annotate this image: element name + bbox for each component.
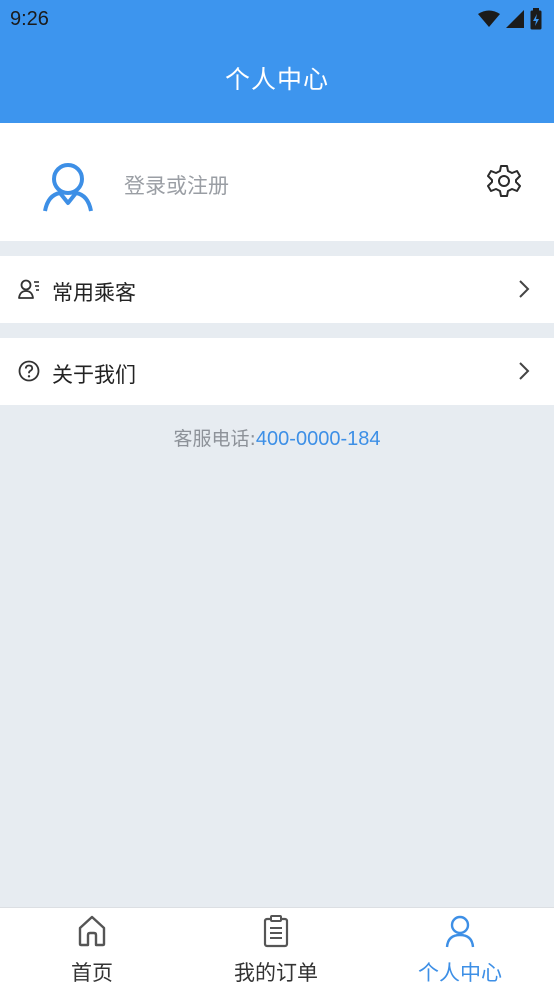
menu-item-passengers[interactable]: 常用乘客 [0,256,554,323]
status-icons [478,8,542,30]
status-time: 9:26 [10,8,49,30]
battery-icon [530,8,542,30]
login-register-link[interactable]: 登录或注册 [124,170,229,200]
signal-icon [506,10,524,28]
status-bar: 9:26 [0,0,554,40]
screen: 9:26 个人中心 登录或注册 常用乘客 关于我们 客服电话:400-0000-… [0,0,554,984]
top-bar: 9:26 个人中心 [0,0,554,123]
person-icon [445,915,475,948]
wifi-icon [478,10,500,27]
tab-label: 我的订单 [234,961,318,984]
page-title: 个人中心 [224,65,329,94]
customer-service: 客服电话:400-0000-184 [0,424,554,451]
tab-label: 个人中心 [418,961,502,984]
user-avatar-icon[interactable] [40,161,96,213]
menu-item-label: 关于我们 [52,363,136,387]
service-label: 客服电话: [173,428,256,450]
tab-profile[interactable]: 个人中心 [368,908,552,984]
chevron-right-icon [519,280,530,298]
menu-item-label: 常用乘客 [52,281,136,305]
bottom-tab-bar: 首页 我的订单 个人中心 [0,907,554,984]
chevron-right-icon [519,362,530,380]
home-icon [78,915,106,947]
passenger-list-icon [18,279,39,299]
service-phone-link[interactable]: 400-0000-184 [256,428,381,450]
menu-item-about[interactable]: 关于我们 [0,338,554,405]
tab-home[interactable]: 首页 [0,908,184,984]
profile-card[interactable]: 登录或注册 [0,123,554,241]
clipboard-icon [263,915,289,948]
tab-label: 首页 [71,961,113,984]
gear-icon[interactable] [486,163,522,199]
question-circle-icon [18,360,40,382]
tab-orders[interactable]: 我的订单 [184,908,368,984]
